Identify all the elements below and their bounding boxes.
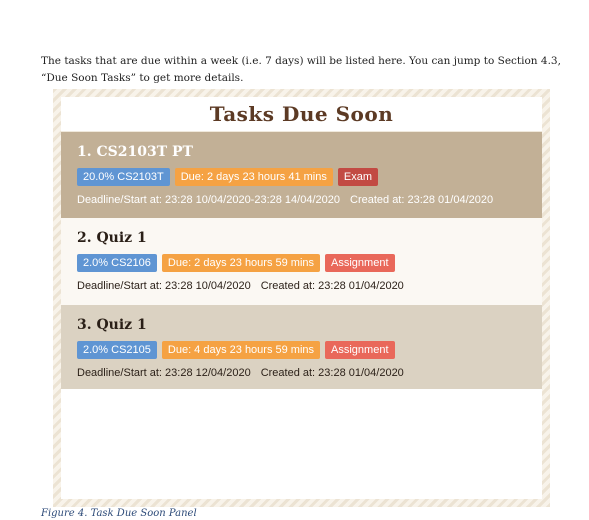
task-title: 3. Quiz 1 [77, 317, 147, 333]
weight-module-tag: 20.0% CS2103T [77, 168, 170, 186]
created-text: Created at: 23:28 01/04/2020 [260, 280, 404, 292]
deadline-text: Deadline/Start at: 23:28 10/04/2020 [77, 280, 251, 292]
task-card[interactable]: 3. Quiz 1 2.0% CS2105 Due: 4 days 23 hou… [61, 305, 542, 389]
due-countdown-tag: Due: 2 days 23 hours 59 mins [161, 254, 321, 272]
due-countdown-tag: Due: 4 days 23 hours 59 mins [161, 341, 321, 359]
panel-title: Tasks Due Soon [61, 97, 542, 132]
deadline-text: Deadline/Start at: 23:28 10/04/2020-23:2… [77, 194, 340, 206]
task-meta: Deadline/Start at: 23:28 12/04/2020 Creat… [77, 367, 532, 379]
deadline-text: Deadline/Start at: 23:28 12/04/2020 [77, 367, 251, 379]
task-title: 1. CS2103T PT [77, 144, 193, 160]
figure-caption: Figure 4. Task Due Soon Panel [41, 508, 197, 519]
tasks-due-soon-panel: Tasks Due Soon 1. CS2103T PT 20.0% CS210… [61, 97, 542, 499]
task-type-tag: Exam [337, 168, 378, 186]
task-card[interactable]: 1. CS2103T PT 20.0% CS2103T Due: 2 days … [61, 132, 542, 218]
task-meta: Deadline/Start at: 23:28 10/04/2020-23:2… [77, 194, 532, 206]
due-countdown-tag: Due: 2 days 23 hours 41 mins [174, 168, 333, 186]
task-tags: 2.0% CS2105 Due: 4 days 23 hours 59 mins… [77, 341, 532, 359]
weight-module-tag: 2.0% CS2106 [77, 254, 157, 272]
intro-paragraph: The tasks that are due within a week (i.… [41, 54, 561, 84]
created-text: Created at: 23:28 01/04/2020 [260, 367, 404, 379]
task-title: 2. Quiz 1 [77, 230, 147, 246]
weight-module-tag: 2.0% CS2105 [77, 341, 157, 359]
task-tags: 2.0% CS2106 Due: 2 days 23 hours 59 mins… [77, 254, 532, 272]
task-card[interactable]: 2. Quiz 1 2.0% CS2106 Due: 2 days 23 hou… [61, 218, 542, 305]
task-panel-frame: Tasks Due Soon 1. CS2103T PT 20.0% CS210… [53, 89, 550, 507]
task-type-tag: Assignment [325, 254, 395, 272]
task-type-tag: Assignment [325, 341, 395, 359]
task-tags: 20.0% CS2103T Due: 2 days 23 hours 41 mi… [77, 168, 532, 186]
created-text: Created at: 23:28 01/04/2020 [350, 194, 494, 206]
task-meta: Deadline/Start at: 23:28 10/04/2020 Creat… [77, 280, 532, 292]
